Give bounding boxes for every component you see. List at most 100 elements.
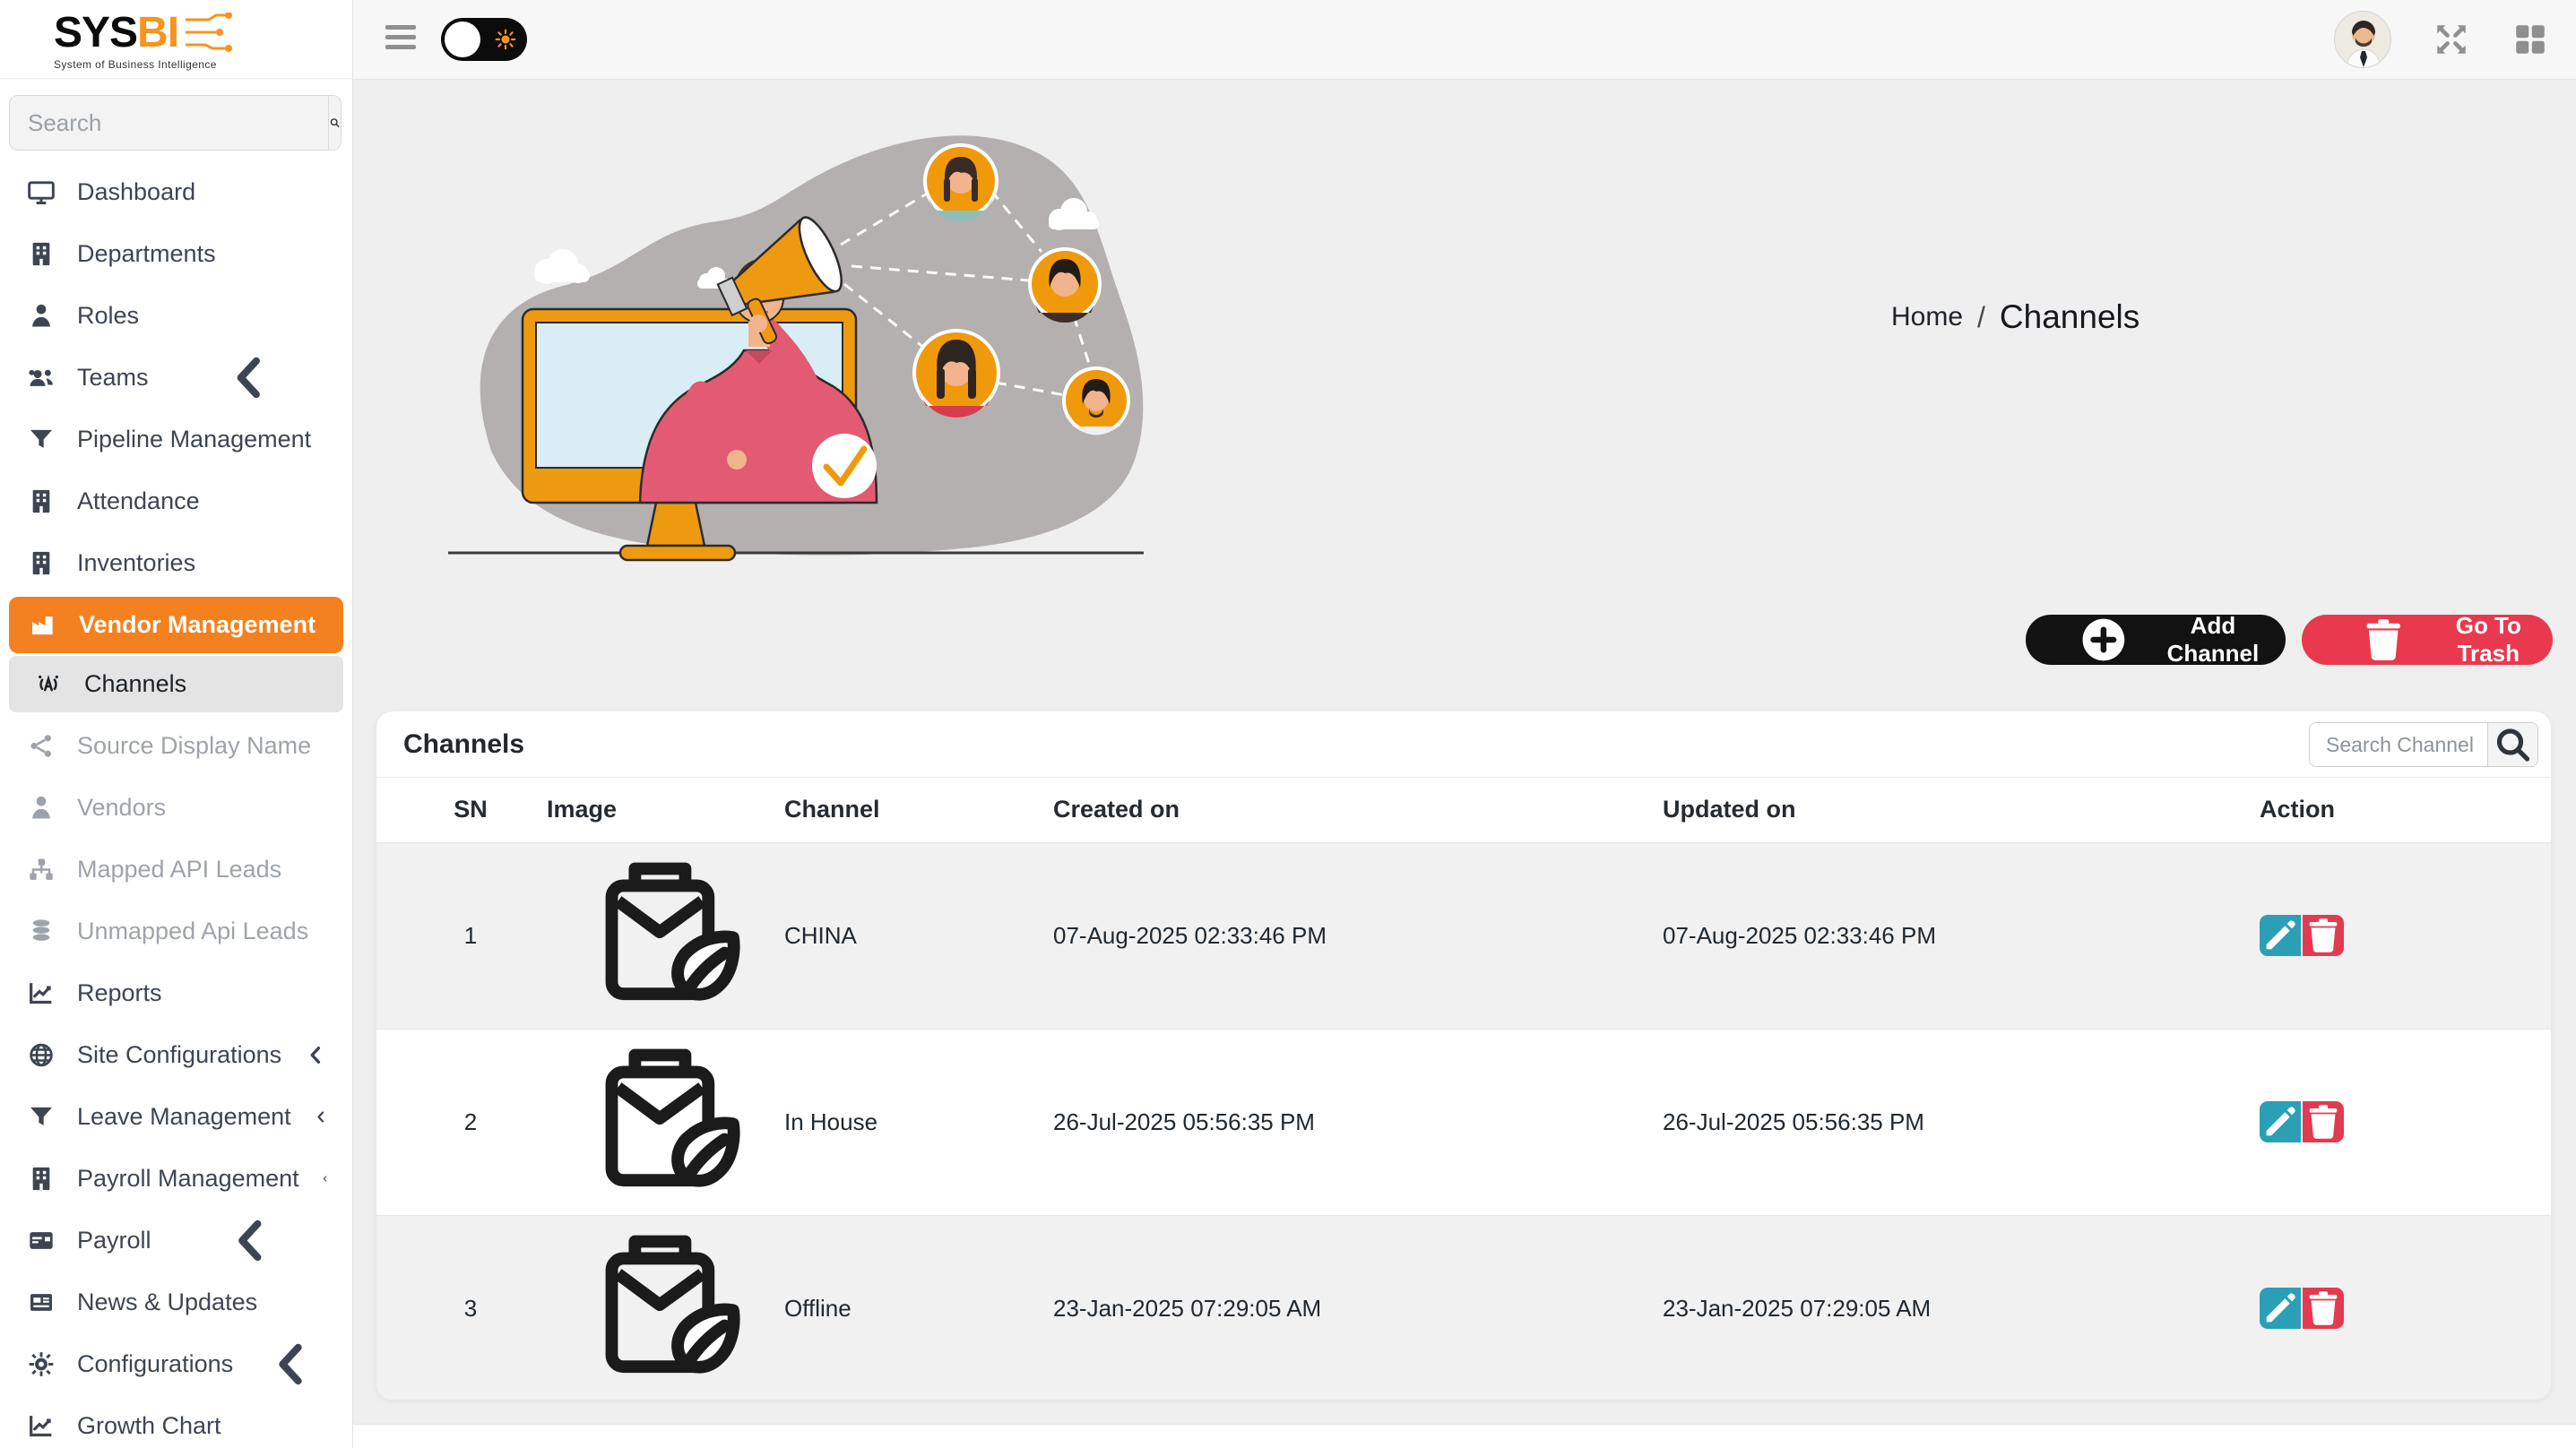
sidebar-item-roles[interactable]: Roles <box>0 285 352 347</box>
sidebar-item-label: Reports <box>77 979 162 1007</box>
sidebar-item-label: Mapped API Leads <box>77 856 281 883</box>
cell-updated-on: 26-Jul-2025 05:56:35 PM <box>1663 1029 2260 1215</box>
delete-channel-button[interactable] <box>2303 1288 2344 1329</box>
topbar <box>353 0 2576 80</box>
row-actions <box>2260 1101 2551 1142</box>
package-leaf-icon <box>581 843 766 1029</box>
sidebar-item-label: Teams <box>77 364 149 392</box>
column-header-updated-on: Updated on <box>1663 778 2260 842</box>
breadcrumb: Home / Channels <box>1891 298 2139 336</box>
edit-channel-button[interactable] <box>2260 1101 2301 1142</box>
pencil-icon <box>2260 915 2301 956</box>
sidebar-item-reports[interactable]: Reports <box>0 962 352 1024</box>
sidebar-item-unmapped-api-leads[interactable]: Unmapped Api Leads <box>0 901 352 962</box>
channel-search-button[interactable] <box>2487 723 2537 766</box>
sidebar-item-mapped-api-leads[interactable]: Mapped API Leads <box>0 839 352 901</box>
sidebar-item-pipeline-management[interactable]: Pipeline Management <box>0 409 352 470</box>
sidebar-item-label: Inventories <box>77 549 195 577</box>
chart-line-icon <box>27 962 56 1024</box>
sidebar-item-source-display-name[interactable]: Source Display Name <box>0 715 352 777</box>
go-to-trash-button[interactable]: Go To Trash <box>2302 615 2553 665</box>
channel-search-input[interactable] <box>2310 723 2487 766</box>
main-content: Home / Channels Add Channel Go To Trash … <box>353 80 2576 1448</box>
newspaper-icon <box>27 1271 56 1333</box>
table-row: 2In House26-Jul-2025 05:56:35 PM26-Jul-2… <box>376 1029 2551 1215</box>
channels-table-head: SNImageChannelCreated onUpdated onAction <box>376 778 2551 842</box>
user-icon <box>27 777 56 839</box>
gear-icon <box>27 1333 56 1395</box>
add-channel-label: Add Channel <box>2167 612 2260 668</box>
sidebar-item-vendors[interactable]: Vendors <box>0 777 352 839</box>
row-actions <box>2260 915 2551 956</box>
delete-channel-button[interactable] <box>2303 1101 2344 1142</box>
toggle-knob <box>445 22 480 57</box>
channels-card-header: Channels <box>376 711 2551 778</box>
user-avatar[interactable] <box>2334 11 2391 68</box>
sidebar-item-channels[interactable]: Channels <box>9 656 343 712</box>
sidebar-item-label: Payroll Management <box>77 1165 299 1193</box>
search-icon <box>329 96 341 150</box>
sun-icon <box>494 28 517 51</box>
topbar-right-cluster <box>2334 0 2549 79</box>
table-header-row: SNImageChannelCreated onUpdated onAction <box>376 778 2551 842</box>
channels-card: Channels SNImageChannelCreated onUpdated… <box>376 711 2551 1400</box>
hamburger-menu-icon[interactable] <box>385 24 421 55</box>
building-icon <box>27 223 56 285</box>
sidebar-item-growth-chart[interactable]: Growth Chart <box>0 1395 352 1448</box>
delete-channel-button[interactable] <box>2303 915 2344 956</box>
sidebar-item-label: Channels <box>84 670 186 698</box>
sidebar-item-site-configurations[interactable]: Site Configurations <box>0 1024 352 1086</box>
sidebar-item-label: Attendance <box>77 487 200 515</box>
credit-card-icon <box>27 1210 56 1271</box>
sidebar-item-vendor-management[interactable]: Vendor Management <box>9 597 343 653</box>
sidebar-item-label: Vendor Management <box>79 611 316 639</box>
fullscreen-icon[interactable] <box>2433 21 2470 58</box>
cell-image <box>547 842 766 1029</box>
sidebar-item-label: Departments <box>77 240 216 268</box>
breadcrumb-separator: / <box>1977 301 1985 334</box>
cell-updated-on: 07-Aug-2025 02:33:46 PM <box>1663 842 2260 1029</box>
package-leaf-icon <box>581 1216 766 1401</box>
logo-text-primary: SYS <box>54 8 137 57</box>
cell-created-on: 23-Jan-2025 07:29:05 AM <box>1053 1215 1663 1400</box>
desktop-icon <box>27 161 56 223</box>
sidebar-search-button[interactable] <box>328 96 341 150</box>
sidebar-item-label: Roles <box>77 302 139 330</box>
breadcrumb-home-link[interactable]: Home <box>1891 302 1963 332</box>
database-icon <box>27 901 56 962</box>
sidebar-item-configurations[interactable]: Configurations <box>0 1333 352 1395</box>
theme-toggle[interactable] <box>441 18 527 61</box>
table-row: 1CHINA07-Aug-2025 02:33:46 PM07-Aug-2025… <box>376 842 2551 1029</box>
circuit-icon <box>184 13 236 52</box>
apps-grid-icon[interactable] <box>2511 21 2549 58</box>
sidebar-item-attendance[interactable]: Attendance <box>0 470 352 532</box>
sidebar-item-label: News & Updates <box>77 1289 257 1316</box>
sidebar-item-label: Vendors <box>77 794 166 822</box>
sidebar-item-label: Growth Chart <box>77 1412 221 1440</box>
sidebar-item-teams[interactable]: Teams <box>0 347 352 409</box>
sidebar-search <box>9 95 341 151</box>
breadcrumb-current: Channels <box>2000 298 2139 336</box>
filter-icon <box>27 1086 56 1148</box>
broadcast-icon <box>34 656 63 712</box>
column-header-action: Action <box>2260 778 2551 842</box>
add-channel-button[interactable]: Add Channel <box>2026 615 2286 665</box>
sitemap-icon <box>27 839 56 901</box>
chart-line-icon <box>27 1395 56 1448</box>
app-logo: SYS BI System of Business Intelligence <box>54 8 236 71</box>
sidebar-menu: Dashboard Departments Roles Teams Pipeline M… <box>0 161 352 1448</box>
sidebar-item-inventories[interactable]: Inventories <box>0 532 352 594</box>
sidebar-search-input[interactable] <box>10 96 328 150</box>
pencil-icon <box>2260 1288 2301 1329</box>
sidebar-item-payroll[interactable]: Payroll <box>0 1210 352 1271</box>
sidebar-item-dashboard[interactable]: Dashboard <box>0 161 352 223</box>
sidebar-item-payroll-management[interactable]: Payroll Management <box>0 1148 352 1210</box>
sidebar-item-news-updates[interactable]: News & Updates <box>0 1271 352 1333</box>
edit-channel-button[interactable] <box>2260 915 2301 956</box>
globe-icon <box>27 1024 56 1086</box>
industry-icon <box>29 597 57 653</box>
sidebar-item-leave-management[interactable]: Leave Management <box>0 1086 352 1148</box>
sidebar-item-departments[interactable]: Departments <box>0 223 352 285</box>
edit-channel-button[interactable] <box>2260 1288 2301 1329</box>
user-icon <box>27 285 56 347</box>
